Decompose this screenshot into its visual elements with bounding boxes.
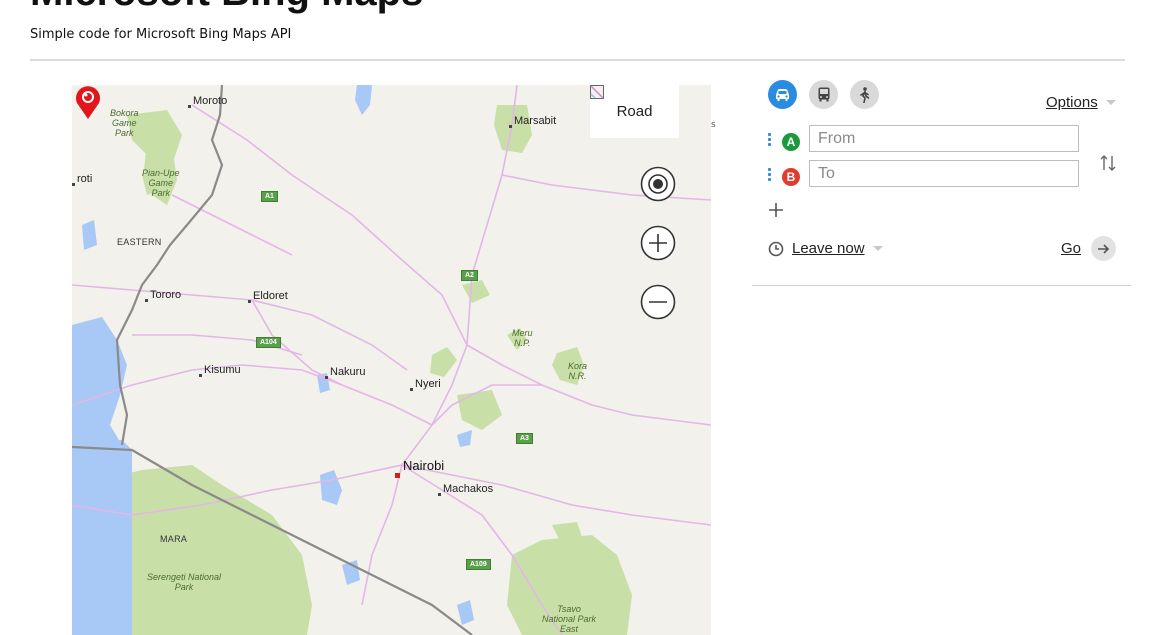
map-label-park: Serengeti National Park: [147, 572, 222, 592]
map-label-town: Tororo: [144, 289, 182, 302]
drag-handle-icon[interactable]: [768, 133, 771, 148]
leave-now-label: Leave now: [792, 240, 865, 257]
map-label-region: EASTERN: [117, 237, 162, 247]
map-label-town: Kisumu: [199, 364, 241, 377]
waypoint-b-badge: B: [782, 168, 800, 186]
map-type-selector[interactable]: Road: [590, 85, 679, 138]
map-label-town: Nakuru: [324, 366, 366, 379]
map-label-park: Meru N.P.: [512, 328, 533, 348]
from-input[interactable]: [809, 125, 1079, 152]
map-label-town: Nyeri: [410, 378, 441, 391]
add-waypoint-icon[interactable]: [768, 202, 784, 218]
map-label-region: MARA: [160, 534, 188, 544]
walking-mode-button[interactable]: [850, 80, 879, 109]
clock-icon: [768, 241, 784, 256]
map-label-partial: roti: [72, 173, 93, 186]
go-button[interactable]: Go: [1061, 240, 1081, 257]
directions-panel: Options A B Leave now Go: [752, 78, 1132, 288]
road-map-icon: [590, 85, 604, 99]
transit-mode-button[interactable]: [809, 80, 838, 109]
car-icon: [776, 88, 789, 101]
options-chevron-down-icon[interactable]: [1106, 100, 1116, 105]
map-label-park: Kora N.R.: [568, 361, 588, 381]
map-view[interactable]: Moroto Marsabit Tororo Eldoret Kisumu Na…: [72, 85, 711, 635]
map-label-capital: Nairobi: [403, 458, 445, 473]
leave-now-chevron-down-icon[interactable]: [873, 246, 883, 251]
pushpin-icon[interactable]: [72, 85, 104, 121]
zoom-in-button[interactable]: [640, 225, 676, 261]
drag-handle-icon[interactable]: [768, 168, 771, 183]
map-label-partial: s: [711, 120, 716, 130]
map-label-town: Moroto: [187, 95, 228, 108]
map-type-label: Road: [616, 103, 653, 120]
road-shield: A1: [261, 191, 278, 202]
options-link[interactable]: Options: [1046, 94, 1098, 111]
capital-marker: [395, 473, 400, 478]
road-shield: A104: [256, 337, 281, 348]
to-input[interactable]: [809, 160, 1079, 187]
map-label-park: Tsavo National Park East: [542, 604, 597, 634]
swap-waypoints-icon[interactable]: [1099, 153, 1117, 173]
arrow-right-icon: [1098, 243, 1110, 254]
zoom-out-button[interactable]: [640, 284, 676, 320]
bus-icon: [818, 87, 829, 102]
map-label-park: Bokora Game Park: [110, 108, 139, 138]
leave-now-selector[interactable]: Leave now: [768, 240, 865, 257]
map-label-park: Pian-Upe Game Park: [142, 168, 180, 198]
go-arrow-button[interactable]: [1091, 236, 1116, 261]
road-shield: A2: [461, 270, 478, 281]
map-label-town: Machakos: [437, 483, 494, 496]
map-label-town: Marsabit: [508, 115, 557, 128]
panel-divider: [752, 285, 1131, 286]
map-label-town: Eldoret: [248, 290, 288, 303]
road-shield: A3: [516, 433, 533, 444]
road-shield: A109: [466, 559, 491, 570]
page-subtitle: Simple code for Microsoft Bing Maps API: [30, 27, 292, 42]
header-divider: [30, 59, 1125, 61]
driving-mode-button[interactable]: [768, 80, 797, 109]
walk-icon: [860, 86, 870, 103]
waypoint-a-badge: A: [782, 133, 800, 151]
locate-me-button[interactable]: [640, 166, 676, 202]
page-title: Microsoft Bing Maps: [30, 0, 423, 15]
